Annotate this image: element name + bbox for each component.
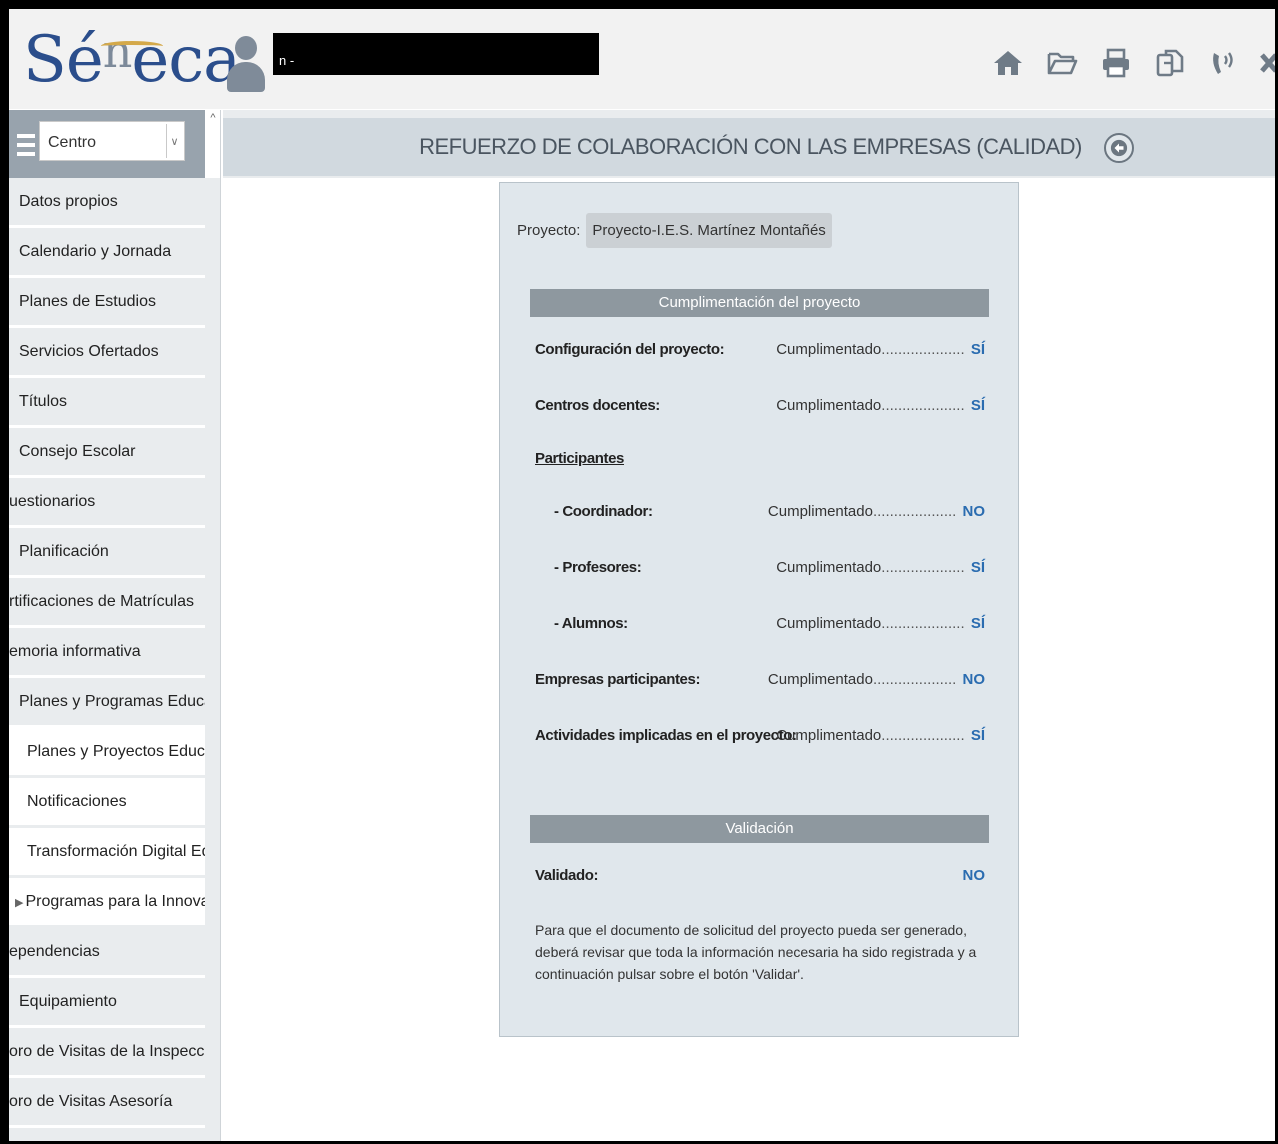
sidebar-item-titulos[interactable]: Títulos <box>9 378 205 428</box>
row-label: Configuración del proyecto: <box>535 341 725 358</box>
centro-select[interactable]: Centro ∨ <box>39 121 185 161</box>
section-validacion-header: Validación <box>530 815 989 843</box>
sidebar-item-equipamiento[interactable]: Equipamiento <box>9 978 205 1028</box>
status-value[interactable]: SÍ <box>971 559 985 576</box>
sidebar-item-planes-estudios[interactable]: Planes de Estudios <box>9 278 205 328</box>
project-label: Proyecto: <box>517 222 581 239</box>
status-value[interactable]: SÍ <box>971 615 985 632</box>
sidebar: Centro ∨ ^ Datos propios Calendario y Jo… <box>9 110 221 1141</box>
sidebar-item-planes-programas[interactable]: Planes y Programas Educativos <box>9 678 205 728</box>
contact-icon[interactable] <box>1206 45 1242 81</box>
row-configuracion: Configuración del proyecto: Cumplimentad… <box>535 341 987 365</box>
row-label: - Alumnos: <box>554 615 628 632</box>
arrow-left-icon <box>1110 139 1128 157</box>
centro-select-value: Centro <box>48 134 97 151</box>
row-status: Cumplimentado.................... SÍ <box>776 397 985 414</box>
row-status: Cumplimentado.................... NO <box>767 671 986 688</box>
logo-text-n: n <box>102 24 133 78</box>
sidebar-item-memoria[interactable]: emoria informativa <box>9 628 205 678</box>
project-value: Proyecto-I.E.S. Martínez Montañés <box>586 213 832 248</box>
sidebar-item-transformacion[interactable]: Transformación Digital Educat <box>9 828 205 878</box>
sidebar-menu: Datos propios Calendario y Jornada Plane… <box>9 178 220 1128</box>
close-icon[interactable] <box>1260 45 1278 81</box>
row-status: Cumplimentado.................... NO <box>767 503 986 520</box>
status-value[interactable]: NO <box>963 671 986 688</box>
validado-value[interactable]: NO <box>963 867 986 884</box>
copy-icon[interactable] <box>1152 45 1188 81</box>
row-label: Centros docentes: <box>535 397 660 414</box>
user-name-text: n - <box>279 53 295 68</box>
row-coordinador: - Coordinador: Cumplimentado............… <box>535 503 987 527</box>
validado-label: Validado: <box>535 867 599 884</box>
status-value[interactable]: SÍ <box>971 727 985 744</box>
chevron-down-icon[interactable]: ∨ <box>166 124 182 158</box>
screenshot-border-top <box>0 0 1278 9</box>
sidebar-item-visitas-asesoria[interactable]: oro de Visitas Asesoría <box>9 1078 205 1128</box>
status-value[interactable]: SÍ <box>971 341 985 358</box>
title-bar: REFUERZO DE COLABORACIÓN CON LAS EMPRESA… <box>223 118 1278 176</box>
sidebar-top: Centro ∨ ^ <box>9 110 220 178</box>
row-alumnos: - Alumnos: Cumplimentado................… <box>535 615 987 639</box>
toolbar <box>990 45 1278 81</box>
row-validado: Validado: NO <box>535 867 987 891</box>
row-empresas: Empresas participantes: Cumplimentado...… <box>535 671 987 695</box>
sidebar-item-planificacion[interactable]: Planificación <box>9 528 205 578</box>
sidebar-item-certificaciones[interactable]: rtificaciones de Matrículas <box>9 578 205 628</box>
sidebar-item-planes-proyectos[interactable]: Planes y Proyectos Educativos <box>9 728 205 778</box>
row-status: Cumplimentado.................... SÍ <box>776 615 985 632</box>
hamburger-icon[interactable] <box>17 134 35 156</box>
row-status: Cumplimentado.................... SÍ <box>776 727 985 744</box>
project-row: Proyecto: Proyecto-I.E.S. Martínez Monta… <box>517 213 832 248</box>
participantes-heading: Participantes <box>535 450 625 467</box>
sidebar-item-datos-propios[interactable]: Datos propios <box>9 178 205 228</box>
sidebar-item-visitas-inspeccion[interactable]: oro de Visitas de la Inspección <box>9 1028 205 1078</box>
logo-text-se: Sé <box>23 23 104 97</box>
main-content: REFUERZO DE COLABORACIÓN CON LAS EMPRESA… <box>223 110 1278 1141</box>
sidebar-item-cuestionarios[interactable]: uestionarios <box>9 478 205 528</box>
row-profesores: - Profesores: Cumplimentado.............… <box>535 559 987 583</box>
row-centros-docentes: Centros docentes: Cumplimentado.........… <box>535 397 987 421</box>
user-icon <box>227 36 265 94</box>
sidebar-item-consejo[interactable]: Consejo Escolar <box>9 428 205 478</box>
row-participantes: Participantes <box>535 450 987 474</box>
row-label: Actividades implicadas en el proyecto: <box>535 727 797 744</box>
row-status: Cumplimentado.................... SÍ <box>776 559 985 576</box>
row-actividades: Actividades implicadas en el proyecto: C… <box>535 727 987 751</box>
back-button[interactable] <box>1104 133 1134 163</box>
project-panel: Proyecto: Proyecto-I.E.S. Martínez Monta… <box>499 182 1019 1037</box>
user-name-redacted <box>273 33 599 75</box>
sidebar-item-calendario[interactable]: Calendario y Jornada <box>9 228 205 278</box>
logo-swoosh <box>101 41 163 51</box>
sidebar-item-programas-innovacion-label: Programas para la Innovación <box>25 893 205 910</box>
section-cumplimentacion-header: Cumplimentación del proyecto <box>530 289 989 317</box>
logo-text-eca: eca <box>131 23 241 97</box>
row-label: - Profesores: <box>554 559 642 576</box>
seneca-logo[interactable]: Séneca <box>23 23 241 97</box>
triangle-right-icon: ▶ <box>15 897 24 909</box>
sidebar-item-programas-innovacion[interactable]: ▶Programas para la Innovación <box>9 878 205 928</box>
row-label: Empresas participantes: <box>535 671 701 688</box>
status-value[interactable]: NO <box>963 503 986 520</box>
status-value[interactable]: SÍ <box>971 397 985 414</box>
sidebar-item-notificaciones[interactable]: Notificaciones <box>9 778 205 828</box>
validation-note: Para que el documento de solicitud del p… <box>535 922 977 982</box>
page-title: REFUERZO DE COLABORACIÓN CON LAS EMPRESA… <box>419 134 1082 159</box>
print-icon[interactable] <box>1098 45 1134 81</box>
sidebar-item-dependencias[interactable]: ependencias <box>9 928 205 978</box>
folder-open-icon[interactable] <box>1044 45 1080 81</box>
row-label: - Coordinador: <box>554 503 653 520</box>
row-status: Cumplimentado.................... SÍ <box>776 341 985 358</box>
sidebar-item-servicios[interactable]: Servicios Ofertados <box>9 328 205 378</box>
sidebar-scroll-up[interactable]: ^ <box>205 110 220 178</box>
home-icon[interactable] <box>990 45 1026 81</box>
app-header: Séneca n - <box>9 9 1278 109</box>
